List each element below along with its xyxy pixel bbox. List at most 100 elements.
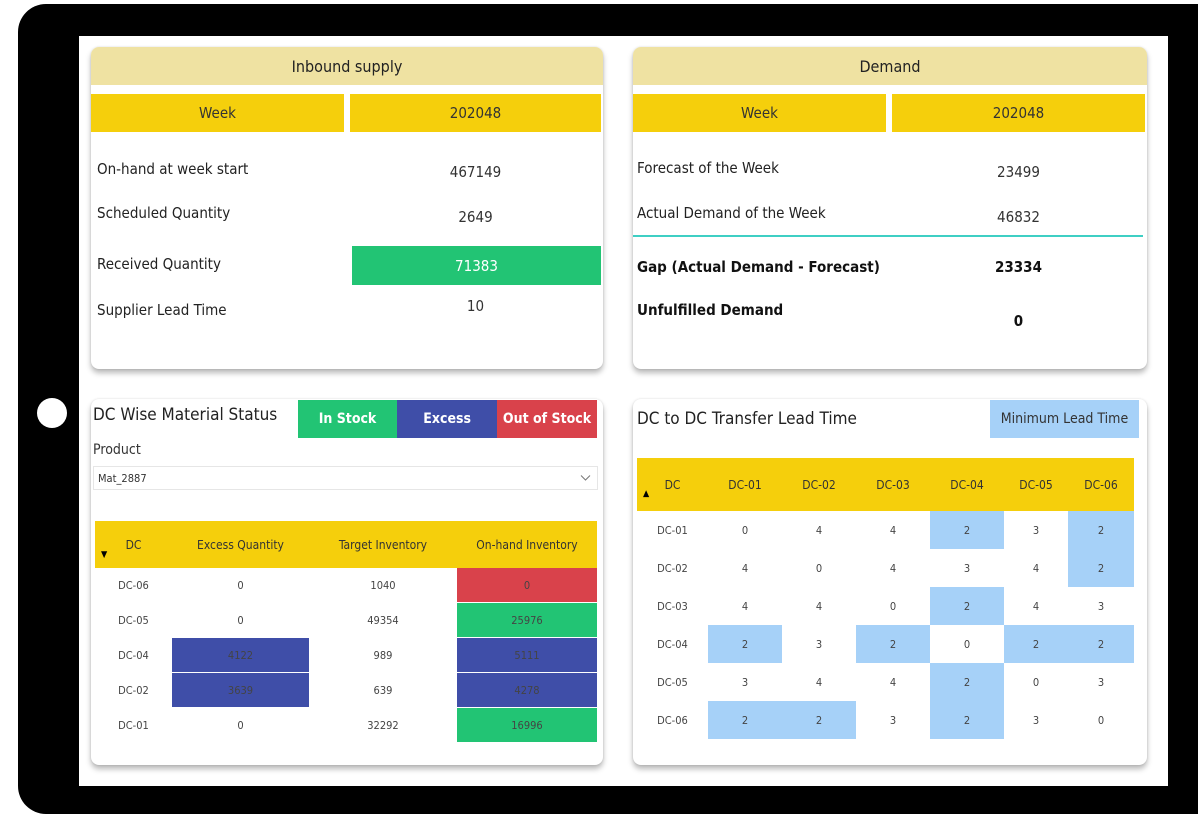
received-quantity-label: Received Quantity <box>97 255 221 273</box>
tablet-camera <box>37 398 67 428</box>
lead-time-cell: 0 <box>1032 675 1040 689</box>
gap-value: 23334 <box>995 258 1042 276</box>
table-row: DC-06 0 1040 0 <box>95 568 597 603</box>
dc-cell: DC-03 <box>657 599 688 613</box>
lead-time-cell: 2 <box>782 701 856 739</box>
lead-time-cell: 2 <box>1068 549 1134 587</box>
column-header-dc-05[interactable]: DC-05 <box>1004 458 1068 511</box>
dc-status-table: DC ▼ Excess Quantity Target Inventory On-… <box>95 521 597 743</box>
lead-time-cell: 4 <box>1032 599 1040 613</box>
table-row: DC-02 3639 639 4278 <box>95 672 597 708</box>
column-header-dc-01[interactable]: DC-01 <box>708 458 782 511</box>
transfer-lead-time-title: DC to DC Transfer Lead Time <box>637 409 857 429</box>
column-header-dc[interactable]: DC ▲ <box>637 458 708 511</box>
table-row: DC-04 4122 989 5111 <box>95 637 597 673</box>
table-row: DC-05 0 49354 25976 <box>95 602 597 638</box>
lead-time-cell: 3 <box>1097 599 1105 613</box>
onhand-week-start-label: On-hand at week start <box>97 160 249 178</box>
sort-ascending-icon: ▲ <box>643 489 650 499</box>
dashboard-screen: Inbound supply Week 202048 On-hand at we… <box>79 36 1168 786</box>
table-row: DC-02 4 0 4 3 4 2 <box>637 549 1134 587</box>
chevron-down-icon <box>580 472 591 485</box>
demand-divider <box>633 235 1143 237</box>
lead-time-cell: 3 <box>963 561 971 575</box>
legend-minimum-lead-time: Minimum Lead Time <box>990 400 1139 438</box>
dc-cell: DC-01 <box>95 707 172 743</box>
lead-time-cell: 0 <box>1097 713 1105 727</box>
onhand-inventory-cell: 25976 <box>457 602 597 638</box>
legend-excess: Excess <box>397 400 497 438</box>
dc-cell: DC-05 <box>95 602 172 638</box>
onhand-inventory-cell: 4278 <box>457 672 597 708</box>
dc-material-status-card: DC Wise Material Status In Stock Excess … <box>91 399 603 765</box>
lead-time-cell: 4 <box>741 561 749 575</box>
inbound-week-value: 202048 <box>350 94 601 132</box>
column-header-onhand-inventory[interactable]: On-hand Inventory <box>457 521 597 568</box>
target-inventory-cell: 989 <box>309 637 457 673</box>
column-header-dc[interactable]: DC ▼ <box>95 521 172 568</box>
lead-time-cell: 2 <box>1068 511 1134 549</box>
table-row: DC-01 0 32292 16996 <box>95 707 597 743</box>
product-dropdown[interactable]: Mat_2887 <box>93 466 598 490</box>
demand-card: Demand Week 202048 Forecast of the Week … <box>633 47 1147 369</box>
supplier-lead-time-value: 10 <box>466 297 485 315</box>
lead-time-cell: 3 <box>741 675 749 689</box>
column-header-excess-quantity[interactable]: Excess Quantity <box>172 521 309 568</box>
inbound-week-label: Week <box>91 94 344 132</box>
excess-quantity-cell: 0 <box>172 602 309 638</box>
lead-time-cell: 2 <box>930 511 1004 549</box>
table-row: DC-06 2 2 3 2 3 0 <box>637 701 1134 739</box>
lead-time-cell: 0 <box>963 637 971 651</box>
lead-time-cell: 2 <box>708 625 782 663</box>
lead-time-cell: 3 <box>889 713 897 727</box>
sort-descending-icon: ▼ <box>101 550 108 560</box>
lead-time-cell: 0 <box>815 561 823 575</box>
legend-in-stock: In Stock <box>298 400 397 438</box>
gap-label: Gap (Actual Demand - Forecast) <box>637 258 880 276</box>
dc-cell: DC-01 <box>657 523 688 537</box>
lead-time-cell: 2 <box>930 663 1004 701</box>
lead-time-cell: 3 <box>1097 675 1105 689</box>
supplier-lead-time-label: Supplier Lead Time <box>97 301 227 319</box>
column-header-dc-02[interactable]: DC-02 <box>782 458 856 511</box>
column-header-target-inventory[interactable]: Target Inventory <box>309 521 457 568</box>
unfulfilled-demand-value: 0 <box>1013 312 1024 330</box>
excess-quantity-cell: 4122 <box>172 637 309 673</box>
column-header-dc-06[interactable]: DC-06 <box>1068 458 1134 511</box>
excess-quantity-cell: 0 <box>172 707 309 743</box>
target-inventory-cell: 1040 <box>309 568 457 603</box>
table-header-row: DC ▼ Excess Quantity Target Inventory On-… <box>95 521 597 568</box>
product-dropdown-value: Mat_2887 <box>98 472 147 485</box>
dc-cell: DC-06 <box>657 713 688 727</box>
lead-time-cell: 3 <box>1032 713 1040 727</box>
table-header-row: DC ▲ DC-01 DC-02 DC-03 DC-04 DC-05 DC-06 <box>637 458 1134 511</box>
demand-title: Demand <box>633 47 1147 85</box>
dc-cell: DC-04 <box>657 637 688 651</box>
lead-time-cell: 4 <box>741 599 749 613</box>
target-inventory-cell: 32292 <box>309 707 457 743</box>
inbound-supply-title: Inbound supply <box>91 47 603 85</box>
lead-time-cell: 2 <box>856 625 930 663</box>
demand-week-value: 202048 <box>892 94 1145 132</box>
lead-time-cell: 3 <box>1032 523 1040 537</box>
column-header-dc-03[interactable]: DC-03 <box>856 458 930 511</box>
inbound-supply-card: Inbound supply Week 202048 On-hand at we… <box>91 47 603 369</box>
demand-week-label: Week <box>633 94 886 132</box>
onhand-inventory-cell: 5111 <box>457 637 597 673</box>
onhand-week-start-value: 467149 <box>449 163 502 181</box>
lead-time-cell: 4 <box>1032 561 1040 575</box>
lead-time-cell: 4 <box>815 523 823 537</box>
lead-time-cell: 2 <box>708 701 782 739</box>
actual-demand-value: 46832 <box>997 208 1040 226</box>
dc-cell: DC-06 <box>95 568 172 603</box>
dc-cell: DC-05 <box>657 675 688 689</box>
table-row: DC-03 4 4 0 2 4 3 <box>637 587 1134 625</box>
table-row: DC-04 2 3 2 0 2 2 <box>637 625 1134 663</box>
lead-time-cell: 4 <box>815 675 823 689</box>
lead-time-cell: 4 <box>889 675 897 689</box>
table-row: DC-01 0 4 4 2 3 2 <box>637 511 1134 549</box>
forecast-week-value: 23499 <box>997 163 1040 181</box>
column-header-dc-04[interactable]: DC-04 <box>930 458 1004 511</box>
lead-time-cell: 3 <box>815 637 823 651</box>
lead-time-cell: 4 <box>889 523 897 537</box>
